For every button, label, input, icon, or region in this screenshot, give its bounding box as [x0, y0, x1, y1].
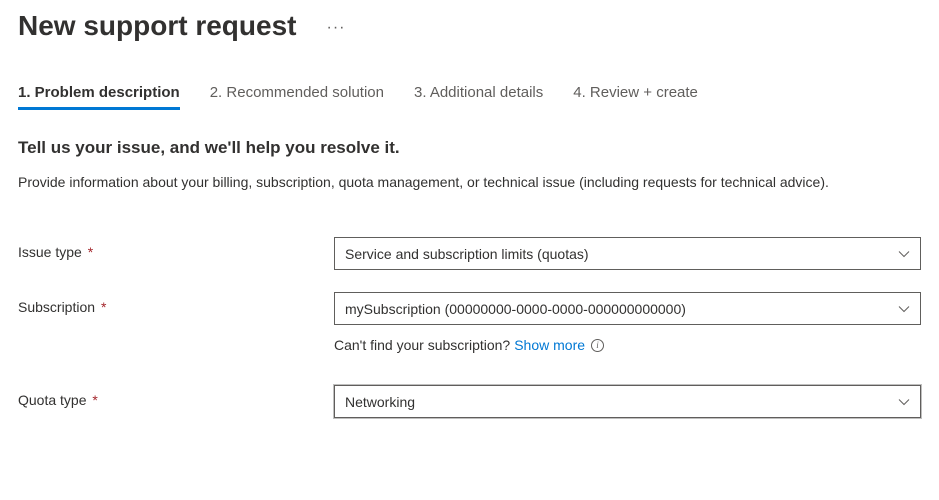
issue-type-value: Service and subscription limits (quotas)	[345, 246, 589, 262]
page-title: New support request	[18, 10, 296, 42]
quota-type-select[interactable]: Networking	[334, 385, 921, 418]
required-marker: *	[101, 299, 106, 315]
section-heading: Tell us your issue, and we'll help you r…	[18, 138, 921, 158]
tab-recommended-solution[interactable]: 2. Recommended solution	[210, 84, 384, 110]
quota-type-label: Quota type *	[18, 385, 334, 408]
chevron-down-icon	[898, 303, 910, 315]
section-description: Provide information about your billing, …	[18, 172, 898, 193]
tab-problem-description[interactable]: 1. Problem description	[18, 84, 180, 110]
quota-type-value: Networking	[345, 394, 415, 410]
chevron-down-icon	[898, 396, 910, 408]
subscription-select[interactable]: mySubscription (00000000-0000-0000-00000…	[334, 292, 921, 325]
required-marker: *	[88, 244, 93, 260]
wizard-tabs: 1. Problem description 2. Recommended so…	[18, 84, 921, 110]
subscription-helper: Can't find your subscription? Show more …	[334, 337, 604, 353]
issue-type-label: Issue type *	[18, 237, 334, 260]
required-marker: *	[92, 392, 97, 408]
tab-review-create[interactable]: 4. Review + create	[573, 84, 698, 110]
issue-type-select[interactable]: Service and subscription limits (quotas)	[334, 237, 921, 270]
subscription-value: mySubscription (00000000-0000-0000-00000…	[345, 301, 686, 317]
tab-additional-details[interactable]: 3. Additional details	[414, 84, 543, 110]
chevron-down-icon	[898, 248, 910, 260]
more-actions-button[interactable]: ···	[322, 15, 349, 41]
show-more-link[interactable]: Show more	[514, 337, 585, 353]
subscription-label: Subscription *	[18, 292, 334, 315]
info-icon[interactable]: i	[591, 339, 604, 352]
